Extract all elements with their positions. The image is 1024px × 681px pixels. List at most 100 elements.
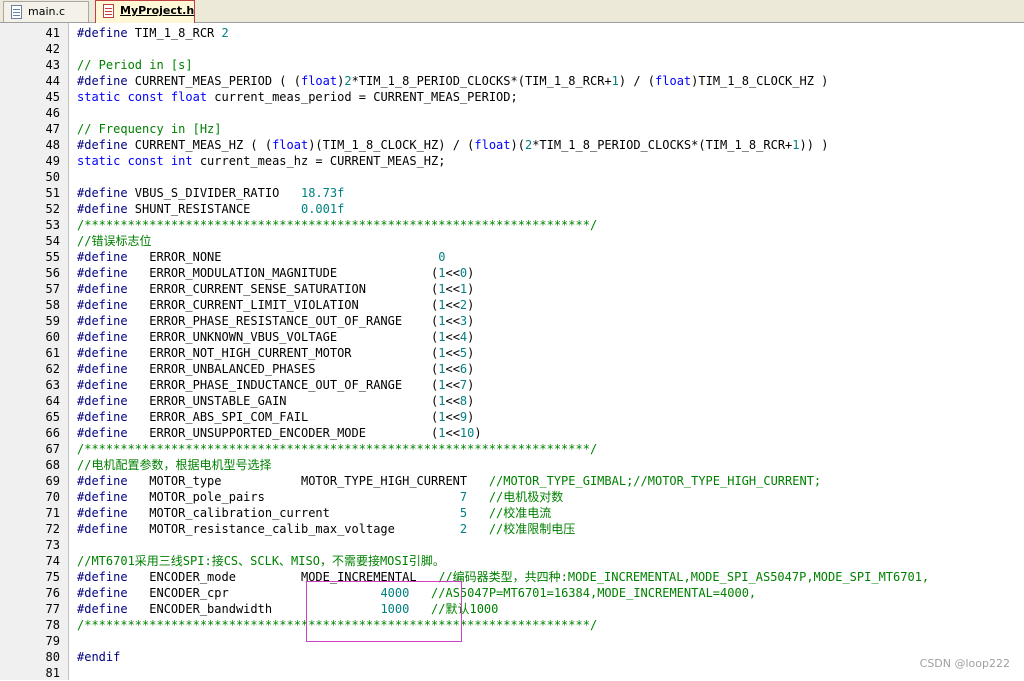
code-token: //错误标志位: [77, 234, 152, 248]
tab-myproject-h[interactable]: MyProject.h: [95, 0, 195, 23]
code-token: #define: [77, 298, 135, 312]
tab-label: main.c: [28, 5, 66, 18]
code-token: ) / (: [618, 74, 656, 88]
line-number: 64: [45, 394, 60, 408]
code-token: #define: [77, 474, 135, 488]
code-token: MOTOR_resistance_calib_max_voltage: [134, 522, 460, 536]
code-token: //MOTOR_TYPE_GIMBAL;//MOTOR_TYPE_HIGH_CU…: [488, 474, 822, 488]
code-text: #define ERROR_PHASE_RESISTANCE_OUT_OF_RA…: [77, 313, 474, 329]
code-token: current_meas_hz = CURRENT_MEAS_HZ;: [199, 154, 446, 168]
code-text: #define SHUNT_RESISTANCE 0.001f: [77, 201, 344, 217]
code-text: #define ENCODER_mode MODE_INCREMENTAL //…: [77, 569, 929, 585]
code-token: <<: [445, 282, 460, 296]
line-number: 60: [45, 330, 60, 344]
code-token: ERROR_UNSTABLE_GAIN (: [134, 394, 439, 408]
code-token: MOTOR_calibration_current: [134, 506, 460, 520]
code-token: //电机极对数: [488, 490, 564, 504]
line-number: 68: [45, 458, 60, 472]
code-token: <<: [445, 314, 460, 328]
code-text: #define MOTOR_type MOTOR_TYPE_HIGH_CURRE…: [77, 473, 821, 489]
code-text: //MT6701采用三线SPI:接CS、SCLK、MISO，不需要接MOSI引脚…: [77, 553, 445, 569]
code-token: #define: [77, 378, 135, 392]
code-text: #define ERROR_MODULATION_MAGNITUDE (1<<0…: [77, 265, 474, 281]
line-number: 46: [45, 106, 60, 120]
header-file-icon: [103, 4, 114, 18]
code-token: <<: [445, 330, 460, 344]
line-number: 77: [45, 602, 60, 616]
line-number: 74: [45, 554, 60, 568]
code-token: #define: [77, 362, 135, 376]
line-number: 65: [45, 410, 60, 424]
code-token: #define: [77, 570, 135, 584]
code-token: <<: [445, 378, 460, 392]
line-number: 81: [45, 666, 60, 680]
code-token: #define: [77, 410, 135, 424]
code-token: )TIM_1_8_CLOCK_HZ ): [691, 74, 829, 88]
code-token: /***************************************…: [77, 442, 598, 456]
line-number: 54: [45, 234, 60, 248]
code-token: ERROR_NOT_HIGH_CURRENT_MOTOR (: [134, 346, 439, 360]
code-token: #define: [77, 186, 135, 200]
highlight-box: [306, 581, 462, 642]
line-number: 69: [45, 474, 60, 488]
line-number: 72: [45, 522, 60, 536]
code-token: *TIM_1_8_PERIOD_CLOCKS*(TIM_1_8_RCR+: [351, 74, 612, 88]
code-token: ): [467, 410, 475, 424]
line-number: 59: [45, 314, 60, 328]
line-number: 56: [45, 266, 60, 280]
code-token: #define: [77, 202, 135, 216]
line-number: 80: [45, 650, 60, 664]
line-number: 52: [45, 202, 60, 216]
code-token: ERROR_PHASE_RESISTANCE_OUT_OF_RANGE (: [134, 314, 439, 328]
code-token: #define: [77, 394, 135, 408]
code-token: ERROR_ABS_SPI_COM_FAIL (: [134, 410, 439, 424]
code-token: 0.001f: [300, 202, 345, 216]
code-token: ERROR_MODULATION_MAGNITUDE (: [134, 266, 439, 280]
code-token: ): [467, 266, 475, 280]
line-number: 43: [45, 58, 60, 72]
line-number: 44: [45, 74, 60, 88]
code-token: #define: [77, 282, 135, 296]
code-text: //错误标志位: [77, 233, 151, 249]
c-file-icon: [11, 5, 22, 19]
code-token: <<: [445, 410, 460, 424]
code-token: //AS5047P=MT6701=16384,MODE_INCREMENTAL=…: [431, 586, 757, 600]
code-token: //MT6701采用三线SPI:接CS、SCLK、MISO，不需要接MOSI引脚…: [77, 554, 445, 568]
code-token: float: [272, 138, 309, 152]
code-text: #define MOTOR_calibration_current 5 //校准…: [77, 505, 551, 521]
code-text: #define ERROR_PHASE_INDUCTANCE_OUT_OF_RA…: [77, 377, 474, 393]
code-token: #define: [77, 250, 135, 264]
file-tab-bar: main.c MyProject.h: [0, 0, 1024, 23]
line-number: 50: [45, 170, 60, 184]
code-token: // Frequency in [Hz]: [77, 122, 222, 136]
code-token: ): [467, 346, 475, 360]
code-token: 2: [344, 74, 352, 88]
code-token: 0: [438, 250, 446, 264]
line-number: 57: [45, 282, 60, 296]
code-token: #define: [77, 426, 135, 440]
code-token: #define: [77, 346, 135, 360]
code-token: ): [467, 314, 475, 328]
tab-main-c[interactable]: main.c: [3, 1, 89, 22]
line-number: 49: [45, 154, 60, 168]
code-token: ): [467, 330, 475, 344]
line-number: 45: [45, 90, 60, 104]
code-token: ERROR_PHASE_INDUCTANCE_OUT_OF_RANGE (: [134, 378, 439, 392]
code-token: //编码器类型，共四种:MODE_INCREMENTAL,MODE_SPI_AS…: [438, 570, 930, 584]
code-token: //校准电流: [488, 506, 552, 520]
code-token: ): [474, 426, 482, 440]
code-editor[interactable]: 41 #define TIM_1_8_RCR 2 42 43 // Period in …: [0, 23, 1024, 680]
code-text: #endif: [77, 649, 120, 665]
code-token: // Period in [s]: [77, 58, 193, 72]
line-number: 78: [45, 618, 60, 632]
code-token: #define: [77, 330, 135, 344]
code-text: #define ERROR_CURRENT_LIMIT_VIOLATION (1…: [77, 297, 474, 313]
code-token: ERROR_UNBALANCED_PHASES (: [134, 362, 439, 376]
code-token: TIM_1_8_RCR: [134, 26, 222, 40]
line-number: 51: [45, 186, 60, 200]
code-text: /***************************************…: [77, 217, 597, 233]
code-token: MOTOR_type MOTOR_TYPE_HIGH_CURRENT: [134, 474, 489, 488]
code-token: ): [467, 298, 475, 312]
